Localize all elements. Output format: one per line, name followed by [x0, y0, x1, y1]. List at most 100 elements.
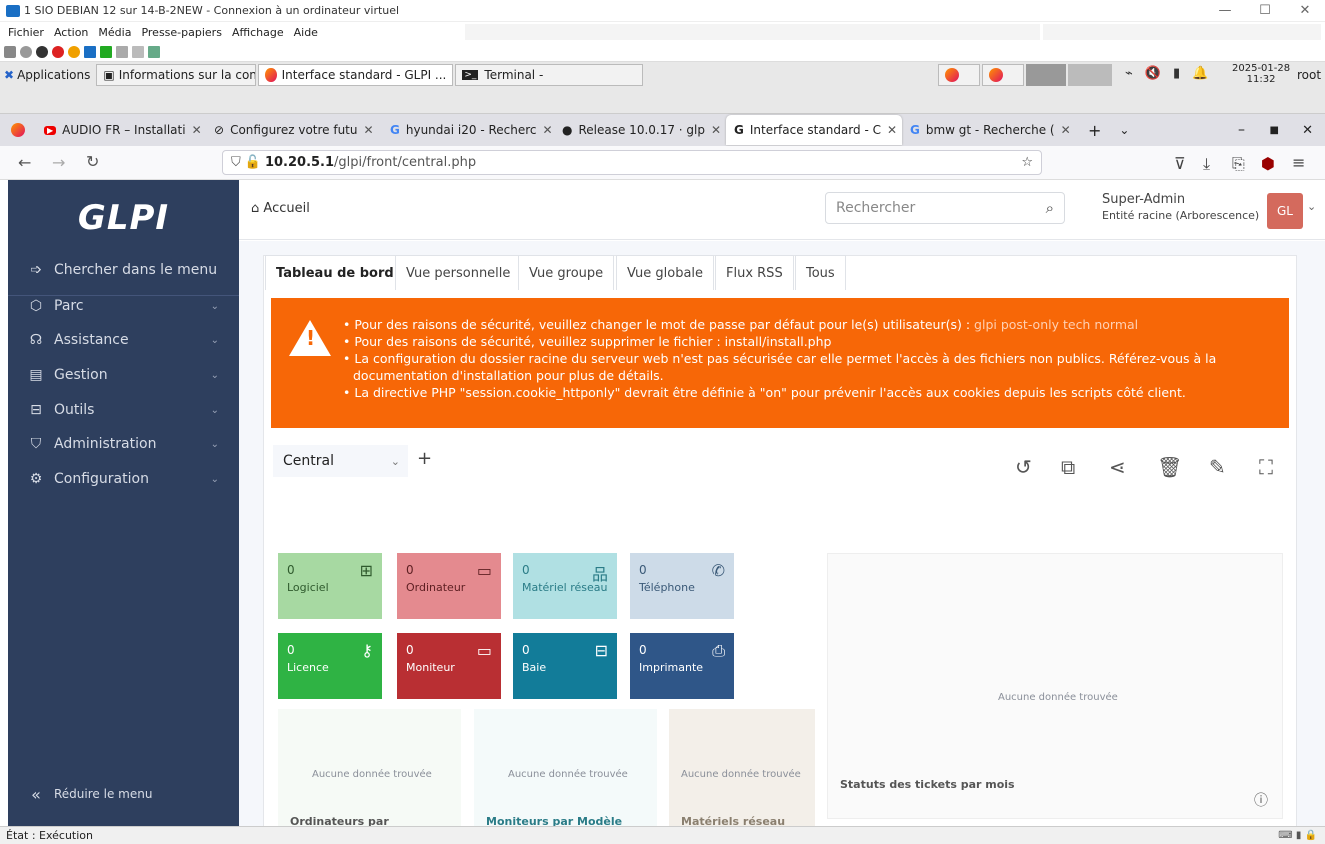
tab-vue-globale[interactable]: Vue globale — [616, 255, 715, 290]
applications-menu[interactable]: ✖ Applications — [0, 64, 94, 86]
tab-list-icon[interactable]: ⌄ — [1119, 123, 1129, 137]
tab-hyundai[interactable]: G hyundai i20 - Recherc ✕ — [382, 115, 554, 145]
chevron-down-icon[interactable]: ⌄ — [1307, 200, 1316, 213]
task-connection-info[interactable]: ▣ Informations sur la connexi... — [96, 64, 257, 86]
pause-icon[interactable] — [84, 45, 96, 58]
maximize-browser-icon[interactable]: ■ — [1270, 125, 1279, 136]
menu-fichier[interactable]: Fichier — [8, 26, 44, 39]
tile-baie[interactable]: 0 Baie ⊟ — [513, 633, 617, 699]
tile-imprimante[interactable]: 0 Imprimante ⎙ — [630, 633, 734, 699]
tab-release[interactable]: ● Release 10.0.17 · glp ✕ — [554, 115, 726, 145]
tab-vue-personnelle[interactable]: Vue personnelle — [395, 255, 522, 290]
clock[interactable]: 2025-01-28 11:32 — [1232, 63, 1290, 85]
tab-close-icon[interactable]: ✕ — [543, 123, 553, 137]
tile-moniteur[interactable]: 0 Moniteur ▭ — [397, 633, 501, 699]
menu-action[interactable]: Action — [54, 26, 88, 39]
tile-ordinateur[interactable]: 0 Ordinateur ▭ — [397, 553, 501, 619]
network-icon[interactable]: ⌁ — [1125, 66, 1133, 81]
fullscreen-icon[interactable]: ⛶ — [1259, 455, 1273, 479]
tab-bmw[interactable]: G bmw gt - Recherche (✕ — [902, 115, 1076, 145]
power-icon[interactable] — [68, 45, 80, 58]
user-name[interactable]: Super-Admin — [1102, 192, 1185, 207]
tab-close-icon[interactable]: ✕ — [192, 123, 202, 137]
sidebar-search-menu[interactable]: ➩ Chercher dans le menu — [8, 253, 239, 287]
tab-tous[interactable]: Tous — [795, 255, 846, 290]
notification-bell-icon[interactable]: 🔔 — [1192, 66, 1208, 81]
sidebar-item-assistance[interactable]: ☊ Assistance ⌄ — [8, 323, 239, 357]
tab-flux-rss[interactable]: Flux RSS — [715, 255, 794, 290]
share-icon[interactable]: ⋖ — [1109, 455, 1126, 479]
stop-icon[interactable] — [36, 45, 48, 58]
sidebar-item-configuration[interactable]: ⚙ Configuration ⌄ — [8, 462, 239, 496]
minimize-browser-icon[interactable]: – — [1238, 122, 1245, 138]
collapse-menu-button[interactable]: « Réduire le menu — [8, 777, 239, 811]
sidebar-item-outils[interactable]: ⊟ Outils ⌄ — [8, 393, 239, 427]
clone-icon[interactable]: ⧉ — [1061, 455, 1075, 479]
menu-affichage[interactable]: Affichage — [232, 26, 284, 39]
tab-audio[interactable]: ▶ AUDIO FR – Installati ✕ — [36, 115, 206, 145]
new-tab-icon[interactable]: + — [1088, 121, 1101, 140]
shutdown-icon[interactable] — [52, 45, 64, 58]
search-icon[interactable]: ⌕ — [1046, 199, 1054, 217]
tile-telephone[interactable]: 0 Téléphone ✆ — [630, 553, 734, 619]
task-terminal[interactable]: >_ Terminal - — [455, 64, 644, 86]
breadcrumb[interactable]: ⌂ Accueil — [251, 201, 310, 216]
history-icon[interactable]: ↺ — [1015, 455, 1032, 479]
forward-icon[interactable]: → — [52, 153, 65, 172]
start-icon[interactable] — [20, 45, 32, 58]
workspace-3[interactable] — [1026, 64, 1066, 86]
tab-vue-groupe[interactable]: Vue groupe — [518, 255, 615, 290]
tile-licence[interactable]: 0 Licence ⚷ — [278, 633, 382, 699]
tile-logiciel[interactable]: 0 Logiciel ⊞ — [278, 553, 382, 619]
tab-tableau-de-bord[interactable]: Tableau de bord — [265, 255, 405, 290]
share-icon[interactable]: ⎘ — [1232, 154, 1245, 174]
close-button[interactable]: ✕ — [1285, 0, 1325, 22]
menu-aide[interactable]: Aide — [294, 26, 318, 39]
tab-close-icon[interactable]: ✕ — [364, 123, 374, 137]
trash-icon[interactable]: 🗑 — [1157, 455, 1182, 479]
user-entity[interactable]: Entité racine (Arborescence) — [1102, 209, 1259, 222]
tab-close-icon[interactable]: ✕ — [1061, 123, 1071, 137]
firefox-menu-icon[interactable] — [0, 123, 36, 137]
sidebar-item-administration[interactable]: ⛉ Administration ⌄ — [8, 427, 239, 461]
menu-presse-papiers[interactable]: Presse-papiers — [141, 26, 221, 39]
minimize-button[interactable]: — — [1205, 0, 1245, 22]
tab-configurez[interactable]: ⊘ Configurez votre futu ✕ — [206, 115, 382, 145]
sidebar-item-gestion[interactable]: ▤ Gestion ⌄ — [8, 358, 239, 392]
download-icon[interactable]: ⤓ — [1203, 154, 1210, 174]
battery-icon[interactable]: ▮ — [1173, 66, 1180, 81]
back-icon[interactable]: ← — [18, 153, 31, 172]
url-bar[interactable]: ⛉ 🔓 10.20.5.1 /glpi/front/central.php ☆ — [222, 150, 1042, 175]
ublock-icon[interactable]: ⬢ — [1261, 154, 1275, 173]
avatar[interactable]: GL — [1267, 193, 1303, 229]
edit-icon[interactable]: ✎ — [1209, 455, 1226, 479]
tab-close-icon[interactable]: ✕ — [887, 123, 897, 137]
task-glpi-firefox[interactable]: Interface standard - GLPI ... — [258, 64, 454, 86]
reload-icon[interactable]: ↻ — [86, 152, 99, 171]
add-dashboard-icon[interactable]: + — [417, 448, 432, 469]
resume-icon[interactable] — [100, 45, 112, 58]
tab-glpi[interactable]: G Interface standard - C ✕ — [726, 115, 902, 145]
close-browser-icon[interactable]: ✕ — [1302, 123, 1313, 138]
revert-icon[interactable] — [132, 45, 144, 58]
checkpoint-icon[interactable] — [116, 45, 128, 58]
volume-muted-icon[interactable]: 🔇 — [1145, 66, 1161, 81]
search-input[interactable]: Rechercher ⌕ — [825, 192, 1065, 224]
ctrl-alt-del-icon[interactable] — [4, 45, 16, 58]
tab-close-icon[interactable]: ✕ — [711, 123, 721, 137]
workspace-4[interactable] — [1068, 64, 1112, 86]
maximize-button[interactable]: ☐ — [1245, 0, 1285, 22]
bookmark-star-icon[interactable]: ☆ — [1021, 155, 1033, 170]
info-icon[interactable]: ⓘ — [1254, 790, 1268, 810]
pocket-icon[interactable]: ⊽ — [1174, 154, 1186, 173]
tile-materiel-reseau[interactable]: 0 Matériel réseau 品 — [513, 553, 617, 619]
default-password-users[interactable]: glpi post-only tech normal — [974, 317, 1138, 332]
workspace-2[interactable] — [982, 64, 1024, 86]
workspace-1[interactable] — [938, 64, 980, 86]
menu-media[interactable]: Média — [98, 26, 131, 39]
enhanced-session-icon[interactable] — [148, 45, 160, 58]
dashboard-select[interactable]: Central ⌄ — [273, 445, 408, 477]
app-menu-icon[interactable]: ≡ — [1292, 153, 1305, 172]
user-label[interactable]: root — [1297, 68, 1321, 82]
glpi-logo[interactable]: GLPI — [8, 198, 239, 238]
